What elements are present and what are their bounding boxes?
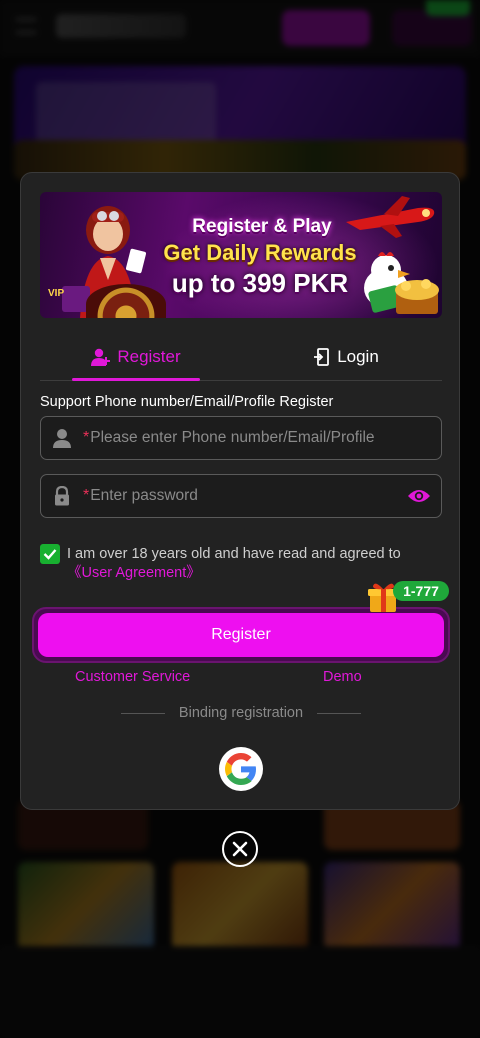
promo-line-3: up to 399 PKR	[171, 268, 349, 298]
account-input[interactable]	[90, 418, 441, 458]
user-agreement-link[interactable]: 《User Agreement》	[67, 565, 201, 581]
tab-register-label: Register	[117, 347, 181, 366]
bonus-badge: 1-777	[393, 581, 449, 601]
agreement-checkbox[interactable]	[40, 544, 60, 564]
vip-label: VIP	[48, 288, 65, 299]
password-input[interactable]	[90, 476, 397, 516]
binding-divider: Binding registration	[113, 703, 369, 723]
tab-login-label: Login	[337, 347, 379, 366]
register-modal: VIP Register & Play Get Daily Rewards up…	[20, 172, 460, 810]
tab-login[interactable]: Login	[286, 333, 406, 381]
show-password-eye-icon[interactable]	[397, 475, 441, 517]
google-login-button[interactable]	[219, 747, 263, 791]
close-icon	[232, 841, 248, 857]
divider-line-left	[120, 712, 165, 714]
promo-line-1: Register & Play	[192, 216, 332, 237]
support-text: Support Phone number/Email/Profile Regis…	[40, 394, 334, 410]
agreement-statement: I am over 18 years old and have read and…	[67, 546, 401, 562]
binding-label: Binding registration	[178, 705, 304, 721]
required-mark: *	[83, 429, 90, 446]
customer-service-link[interactable]: Customer Service	[75, 669, 190, 685]
demo-link[interactable]: Demo	[323, 669, 362, 685]
user-icon	[41, 417, 83, 459]
agreement-text: I am over 18 years old and have read and…	[67, 545, 447, 583]
tab-register[interactable]: Register	[72, 333, 200, 381]
register-button[interactable]: Register	[32, 607, 450, 663]
promo-line-2: Get Daily Rewards	[163, 240, 357, 265]
close-modal-button[interactable]	[222, 831, 258, 867]
active-tab-indicator	[72, 378, 200, 381]
airplane-image	[346, 196, 435, 238]
google-icon	[225, 753, 256, 785]
user-add-icon	[91, 348, 111, 366]
divider-line-right	[317, 712, 362, 714]
checkmark-icon	[43, 549, 57, 560]
password-field: *	[40, 474, 442, 518]
login-icon	[314, 348, 330, 366]
help-links: Customer Service Demo	[40, 669, 442, 689]
auth-tabs: Register Login	[40, 333, 442, 381]
register-button-label: Register	[38, 613, 444, 657]
register-page: VIP Register & Play Get Daily Rewards up…	[0, 0, 480, 1038]
promo-banner: VIP Register & Play Get Daily Rewards up…	[40, 192, 442, 318]
lock-icon	[41, 475, 83, 517]
required-mark: *	[83, 487, 90, 504]
account-field: *	[40, 416, 442, 460]
coin-chest-image	[395, 279, 439, 314]
